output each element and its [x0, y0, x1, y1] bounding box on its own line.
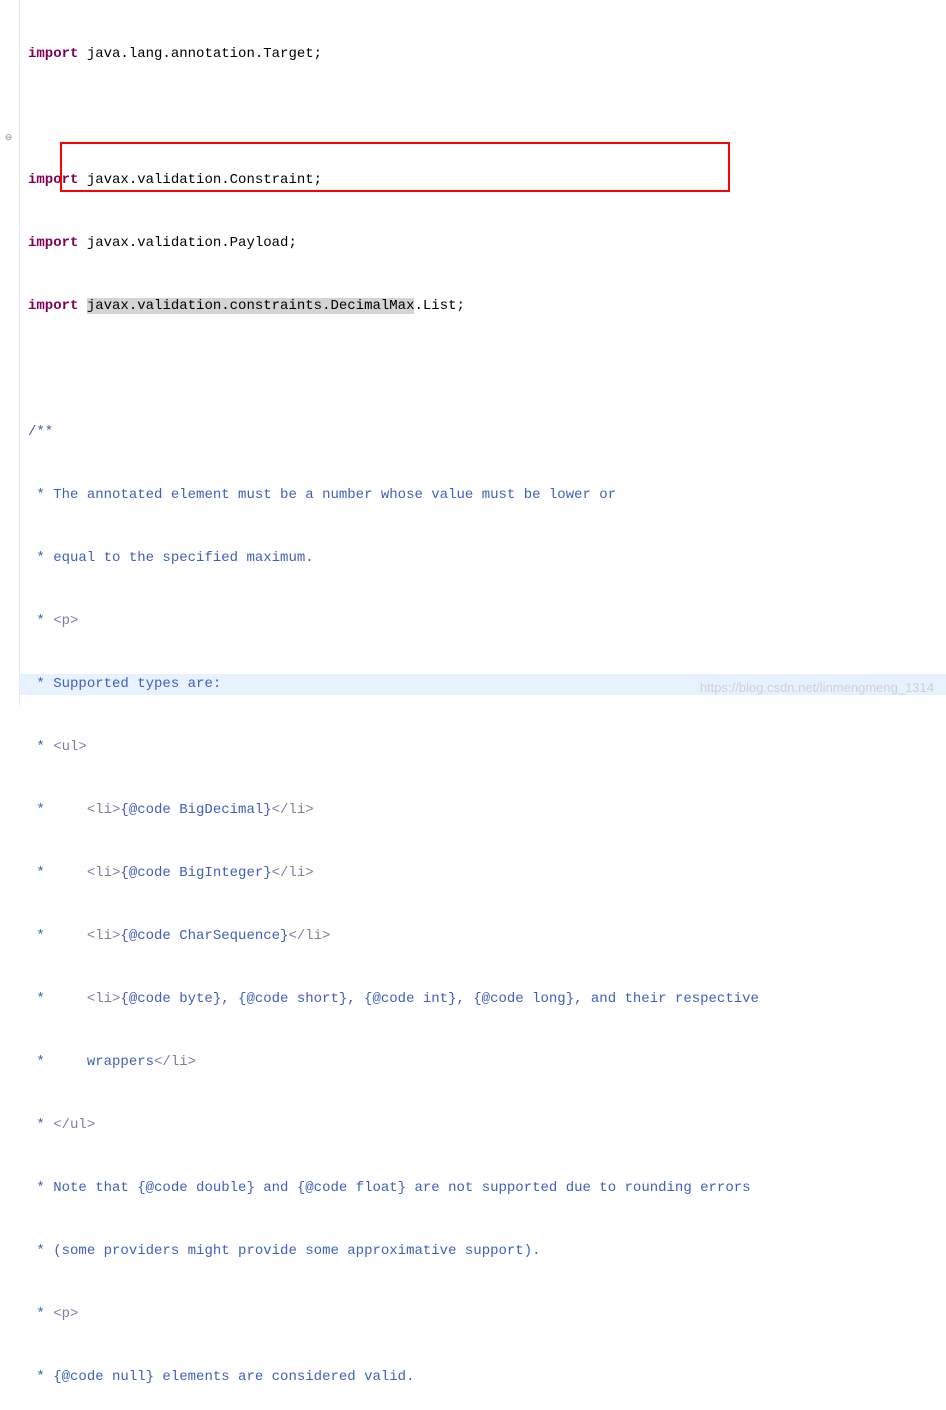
code-line: * {@code null} elements are considered v…: [20, 1367, 946, 1388]
code-line: import javax.validation.Payload;: [20, 233, 946, 254]
line-number: [2, 443, 15, 464]
code-line: import javax.validation.constraints.Deci…: [20, 296, 946, 317]
highlighted-import: javax.validation.constraints.DecimalMax: [87, 298, 415, 314]
code-line: * <p>: [20, 1304, 946, 1325]
line-number: [2, 632, 15, 653]
line-number: [2, 506, 15, 527]
line-number: [2, 611, 15, 632]
code-line: * </ul>: [20, 1115, 946, 1136]
line-number: [2, 401, 15, 422]
code-line: * <li>{@code CharSequence}</li>: [20, 926, 946, 947]
line-number: [2, 422, 15, 443]
line-number: [2, 548, 15, 569]
line-number: [2, 44, 15, 65]
code-editor: ⊖ import java.lang.annotation.Target; im…: [0, 0, 946, 705]
line-number: [2, 275, 15, 296]
code-line: * <ul>: [20, 737, 946, 758]
line-number: [2, 527, 15, 548]
code-line: * (some providers might provide some app…: [20, 1241, 946, 1262]
code-line: /**: [20, 422, 946, 443]
code-line: * <p>: [20, 611, 946, 632]
line-number: [2, 170, 15, 191]
code-line: import javax.validation.Constraint;: [20, 170, 946, 191]
code-line: [20, 359, 946, 380]
line-number-gutter: ⊖: [0, 0, 20, 705]
code-line: * equal to the specified maximum.: [20, 548, 946, 569]
line-number: [2, 86, 15, 107]
code-line: import java.lang.annotation.Target;: [20, 44, 946, 65]
watermark-text: https://blog.csdn.net/linmengmeng_1314: [700, 680, 934, 695]
line-number: [2, 107, 15, 128]
line-number: [2, 65, 15, 86]
code-line: * <li>{@code BigInteger}</li>: [20, 863, 946, 884]
line-number: [2, 2, 15, 23]
line-number: [2, 569, 15, 590]
line-number: [2, 212, 15, 233]
code-line: [20, 107, 946, 128]
code-line: * Note that {@code double} and {@code fl…: [20, 1178, 946, 1199]
line-number: [2, 590, 15, 611]
fold-icon[interactable]: ⊖: [4, 134, 13, 143]
code-line: * The annotated element must be a number…: [20, 485, 946, 506]
line-number: [2, 191, 15, 212]
line-number: [2, 233, 15, 254]
line-number: [2, 23, 15, 44]
line-number: [2, 149, 15, 170]
line-number: [2, 380, 15, 401]
line-number: [2, 317, 15, 338]
line-number: [2, 653, 15, 674]
line-number: [2, 464, 15, 485]
line-number: [2, 254, 15, 275]
line-number: [2, 359, 15, 380]
line-number: [2, 338, 15, 359]
code-line: * <li>{@code byte}, {@code short}, {@cod…: [20, 989, 946, 1010]
line-number: [2, 296, 15, 317]
line-number: [2, 485, 15, 506]
code-line: * <li>{@code BigDecimal}</li>: [20, 800, 946, 821]
code-line: * wrappers</li>: [20, 1052, 946, 1073]
line-number: ⊖: [2, 128, 15, 149]
code-text-area[interactable]: import java.lang.annotation.Target; impo…: [20, 0, 946, 705]
